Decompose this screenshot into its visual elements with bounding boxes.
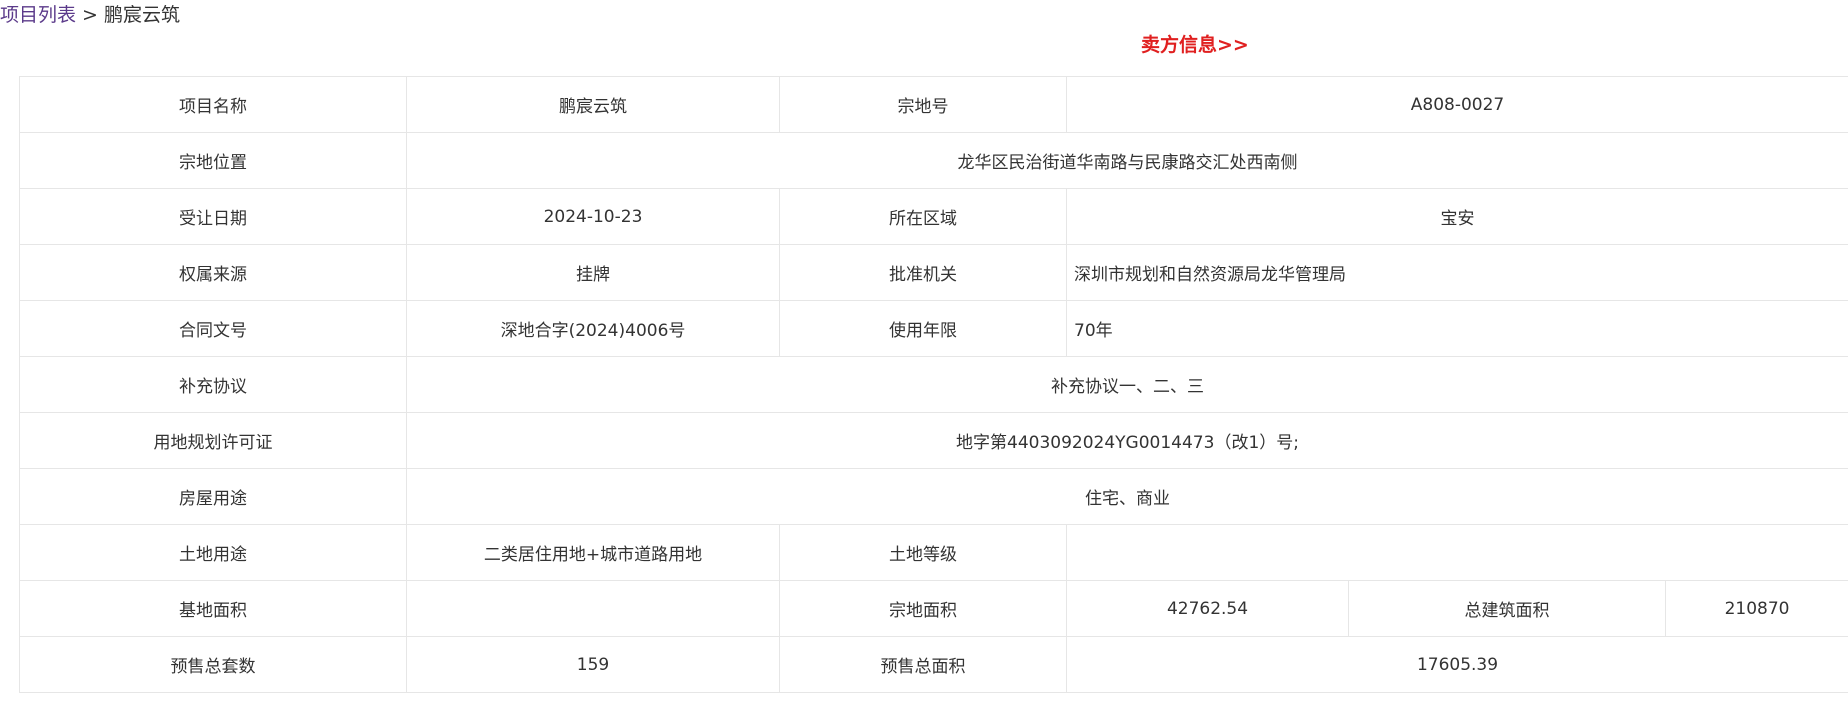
value-house-use: 住宅、商业 — [405, 468, 1848, 525]
label-project-name: 项目名称 — [19, 76, 407, 133]
breadcrumb-separator: > — [82, 4, 98, 26]
table-row: 房屋用途 住宅、商业 — [19, 468, 1848, 525]
value-base-area — [406, 580, 780, 637]
label-base-area: 基地面积 — [19, 580, 407, 637]
value-presale-units: 159 — [406, 636, 780, 693]
table-row: 用地规划许可证 地字第4403092024YG0014473（改1）号; — [19, 412, 1848, 469]
label-land-grade: 土地等级 — [779, 524, 1067, 581]
value-transfer-date: 2024-10-23 — [406, 188, 780, 245]
label-land-use: 土地用途 — [19, 524, 407, 581]
label-contract-number: 合同文号 — [19, 300, 407, 357]
value-district: 宝安 — [1065, 188, 1848, 245]
value-usage-term: 70年 — [1065, 300, 1848, 357]
value-land-grade — [1065, 524, 1848, 581]
label-land-planning-permit: 用地规划许可证 — [19, 412, 407, 469]
table-row: 基地面积 宗地面积 42762.54 总建筑面积 210870 — [19, 580, 1848, 637]
value-land-use: 二类居住用地+城市道路用地 — [406, 524, 780, 581]
label-ownership-source: 权属来源 — [19, 244, 407, 301]
label-usage-term: 使用年限 — [779, 300, 1067, 357]
label-district: 所在区域 — [779, 188, 1067, 245]
breadcrumb-link-project-list[interactable]: 项目列表 — [0, 4, 76, 26]
breadcrumb-current: 鹏宸云筑 — [103, 4, 180, 26]
label-approval-authority: 批准机关 — [779, 244, 1067, 301]
value-presale-area: 17605.39 — [1065, 636, 1848, 693]
label-parcel-location: 宗地位置 — [19, 132, 407, 189]
value-approval-authority: 深圳市规划和自然资源局龙华管理局 — [1065, 244, 1848, 301]
label-parcel-area: 宗地面积 — [779, 580, 1067, 637]
table-row: 宗地位置 龙华区民治街道华南路与民康路交汇处西南侧 — [19, 132, 1848, 189]
value-contract-number: 深地合字(2024)4006号 — [406, 300, 780, 357]
label-transfer-date: 受让日期 — [19, 188, 407, 245]
label-presale-units: 预售总套数 — [19, 636, 407, 693]
table-row: 补充协议 补充协议一、二、三 — [19, 356, 1848, 413]
value-parcel-area: 42762.54 — [1066, 580, 1349, 637]
value-land-planning-permit: 地字第4403092024YG0014473（改1）号; — [405, 412, 1848, 469]
value-parcel-number: A808-0027 — [1065, 76, 1848, 133]
breadcrumb: 项目列表 > 鹏宸云筑 — [0, 2, 180, 28]
value-ownership-source: 挂牌 — [406, 244, 780, 301]
value-project-name: 鹏宸云筑 — [406, 76, 780, 133]
value-total-floor-area: 210870 — [1664, 580, 1848, 637]
table-row: 权属来源 挂牌 批准机关 深圳市规划和自然资源局龙华管理局 — [19, 244, 1848, 301]
label-presale-area: 预售总面积 — [779, 636, 1067, 693]
project-info-table: 项目名称 鹏宸云筑 宗地号 A808-0027 宗地位置 龙华区民治街道华南路与… — [19, 76, 1848, 693]
table-row: 受让日期 2024-10-23 所在区域 宝安 — [19, 188, 1848, 245]
seller-info-link[interactable]: 卖方信息>> — [1141, 32, 1249, 58]
label-parcel-number: 宗地号 — [779, 76, 1067, 133]
table-row: 合同文号 深地合字(2024)4006号 使用年限 70年 — [19, 300, 1848, 357]
label-supplement-agreement: 补充协议 — [19, 356, 407, 413]
table-row: 项目名称 鹏宸云筑 宗地号 A808-0027 — [19, 76, 1848, 133]
table-row: 预售总套数 159 预售总面积 17605.39 — [19, 636, 1848, 693]
label-total-floor-area: 总建筑面积 — [1348, 580, 1666, 637]
table-row: 土地用途 二类居住用地+城市道路用地 土地等级 — [19, 524, 1848, 581]
label-house-use: 房屋用途 — [19, 468, 407, 525]
value-supplement-agreement: 补充协议一、二、三 — [405, 356, 1848, 413]
value-parcel-location: 龙华区民治街道华南路与民康路交汇处西南侧 — [405, 132, 1848, 189]
